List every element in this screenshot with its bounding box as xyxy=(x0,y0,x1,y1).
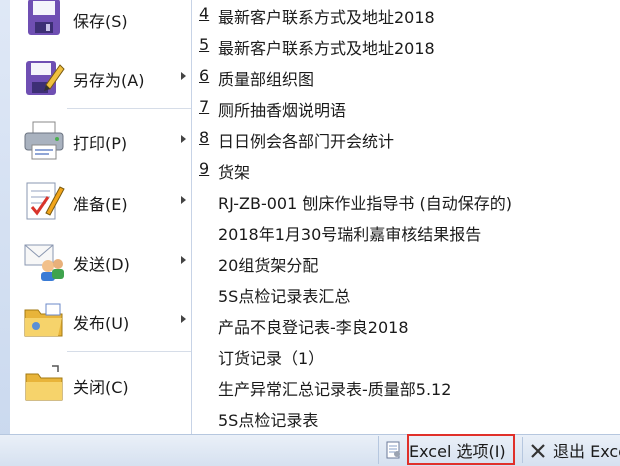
recent-doc-name: 最新客户联系方式及地址2018 xyxy=(218,8,435,27)
save-icon xyxy=(28,0,60,35)
prepare-command[interactable]: 准备(E) xyxy=(10,174,191,228)
recent-doc-name: 5S点检记录表 xyxy=(218,411,319,430)
submenu-arrow-icon xyxy=(181,315,186,323)
save-label: 保存(S) xyxy=(73,12,128,31)
recent-doc-number: 9 xyxy=(199,159,210,178)
close-folder-icon xyxy=(25,365,63,401)
recent-doc-name: 2018年1月30号瑞利嘉审核结果报告 xyxy=(218,225,482,244)
send-icon xyxy=(24,244,64,281)
publish-label: 发布(U) xyxy=(73,314,130,333)
recent-doc-name: 最新客户联系方式及地址2018 xyxy=(218,39,435,58)
recent-doc-name: 产品不良登记表-李良2018 xyxy=(218,318,409,337)
recent-doc-number: 6 xyxy=(199,66,210,85)
recent-doc-item[interactable]: 5 最新客户联系方式及地址2018 xyxy=(192,31,620,62)
recent-doc-name: RJ-ZB-001 刨床作业指导书 (自动保存的) xyxy=(218,194,512,213)
highlight-box xyxy=(407,434,515,465)
recent-doc-item[interactable]: 5S点检记录表汇总 xyxy=(192,279,620,310)
printer-icon xyxy=(24,121,64,160)
close-icon xyxy=(531,444,545,458)
publish-command[interactable]: 发布(U) xyxy=(10,293,191,347)
recent-doc-item[interactable]: 7 厕所抽香烟说明语 xyxy=(192,93,620,124)
recent-doc-item[interactable]: 4 最新客户联系方式及地址2018 xyxy=(192,0,620,31)
prepare-label: 准备(E) xyxy=(73,195,128,214)
recent-doc-number: 8 xyxy=(199,128,210,147)
save-command[interactable]: 保存(S) xyxy=(10,0,191,44)
recent-doc-item[interactable]: 9 货架 xyxy=(192,155,620,186)
recent-doc-item[interactable]: 20组货架分配 xyxy=(192,248,620,279)
submenu-arrow-icon xyxy=(181,135,186,143)
office-menu: 保存(S) 另存为(A) 打印(P) 准备(E) 发送(D) 发布(U) 关闭(… xyxy=(0,0,620,465)
send-command[interactable]: 发送(D) xyxy=(10,234,191,288)
menu-separator xyxy=(67,351,191,352)
recent-doc-item[interactable]: RJ-ZB-001 刨床作业指导书 (自动保存的) xyxy=(192,186,620,217)
exit-excel-label: 退出 Excel xyxy=(553,442,620,461)
recent-doc-item[interactable]: 2018年1月30号瑞利嘉审核结果报告 xyxy=(192,217,620,248)
recent-doc-item[interactable]: 8 日日例会各部门开会统计 xyxy=(192,124,620,155)
recent-doc-number: 5 xyxy=(199,35,210,54)
recent-doc-name: 厕所抽香烟说明语 xyxy=(218,101,347,120)
recent-doc-name: 货架 xyxy=(218,163,251,182)
recent-doc-item[interactable]: 生产异常汇总记录表-质量部5.12 xyxy=(192,372,620,403)
recent-doc-name: 20组货架分配 xyxy=(218,256,319,275)
recent-doc-name: 生产异常汇总记录表-质量部5.12 xyxy=(218,380,452,399)
send-label: 发送(D) xyxy=(73,255,130,274)
command-pane: 保存(S) 另存为(A) 打印(P) 准备(E) 发送(D) 发布(U) 关闭(… xyxy=(10,0,192,434)
publish-icon xyxy=(24,303,63,337)
print-command[interactable]: 打印(P) xyxy=(10,113,191,167)
menu-separator xyxy=(67,108,191,109)
recent-documents-list: 4 最新客户联系方式及地址2018 5 最新客户联系方式及地址2018 6 质量… xyxy=(192,0,620,434)
recent-doc-item[interactable]: 产品不良登记表-李良2018 xyxy=(192,310,620,341)
recent-doc-name: 质量部组织图 xyxy=(218,70,315,89)
recent-doc-item[interactable]: 订货记录（1） xyxy=(192,341,620,372)
recent-doc-name: 订货记录（1） xyxy=(218,349,325,368)
exit-excel-button[interactable]: 退出 Excel xyxy=(522,437,620,463)
recent-doc-number: 7 xyxy=(199,97,210,116)
recent-doc-name: 5S点检记录表汇总 xyxy=(218,287,351,306)
options-document-icon xyxy=(386,441,400,459)
close-label: 关闭(C) xyxy=(73,378,129,397)
save-as-icon xyxy=(26,61,65,95)
submenu-arrow-icon xyxy=(181,72,186,80)
submenu-arrow-icon xyxy=(181,196,186,204)
save-as-command[interactable]: 另存为(A) xyxy=(10,50,191,104)
save-as-label: 另存为(A) xyxy=(73,71,145,90)
print-label: 打印(P) xyxy=(73,134,128,153)
recent-doc-item[interactable]: 5S点检记录表 xyxy=(192,403,620,434)
submenu-arrow-icon xyxy=(181,256,186,264)
recent-doc-name: 日日例会各部门开会统计 xyxy=(218,132,395,151)
recent-doc-item[interactable]: 6 质量部组织图 xyxy=(192,62,620,93)
recent-doc-number: 4 xyxy=(199,4,210,23)
close-command[interactable]: 关闭(C) xyxy=(10,357,191,411)
prepare-icon xyxy=(26,182,65,220)
